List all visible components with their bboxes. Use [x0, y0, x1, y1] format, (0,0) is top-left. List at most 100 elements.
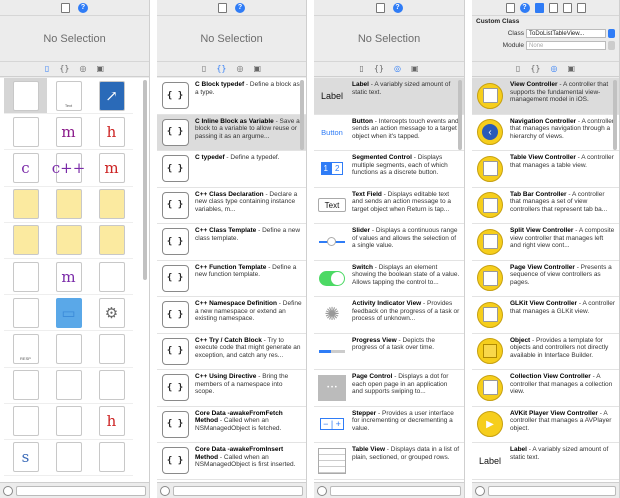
list-item[interactable]: { } C++ Try / Catch Block - Try to execut… — [157, 334, 306, 370]
file-template-cell[interactable] — [47, 331, 90, 368]
file-template-cell[interactable]: h — [90, 404, 133, 440]
file-template-tab-icon[interactable]: ▯ — [202, 64, 206, 74]
module-field[interactable]: None — [526, 41, 606, 50]
code-snippet-tab-icon[interactable]: {} — [530, 64, 540, 74]
file-template-cell[interactable]: Text — [47, 78, 90, 115]
file-inspector-icon[interactable] — [218, 2, 227, 13]
list-item[interactable]: Label Label - A variably sized amount of … — [472, 443, 619, 480]
file-inspector-icon[interactable] — [61, 2, 70, 13]
list-item[interactable]: Switch - Displays an element showing the… — [314, 261, 464, 297]
list-item[interactable]: • • • Page Control - Displays a dot for e… — [314, 370, 464, 407]
media-library-tab-icon[interactable]: ▣ — [411, 64, 419, 74]
class-dropdown-icon[interactable] — [608, 29, 615, 38]
file-template-cell[interactable] — [90, 331, 133, 368]
file-template-cell[interactable] — [4, 295, 47, 332]
list-item[interactable]: { } C++ Using Directive - Bring the membe… — [157, 370, 306, 407]
filter-input[interactable] — [488, 485, 616, 496]
media-library-tab-icon[interactable]: ▣ — [254, 64, 262, 74]
attributes-inspector-icon[interactable] — [548, 2, 558, 13]
file-template-cell[interactable] — [90, 259, 133, 296]
file-template-cell[interactable] — [4, 259, 47, 296]
media-library-tab-icon[interactable]: ▣ — [568, 64, 576, 74]
scrollbar[interactable] — [458, 80, 462, 150]
class-field[interactable]: ToDoListTableView... — [526, 29, 606, 38]
file-template-tab-icon[interactable]: ▯ — [45, 64, 49, 74]
size-inspector-icon[interactable] — [562, 2, 572, 13]
file-template-cell[interactable] — [47, 440, 90, 477]
identity-inspector-icon[interactable] — [534, 2, 544, 13]
list-item[interactable]: { } Core Data -awakeFromInsert Method - C… — [157, 443, 306, 480]
file-template-cell[interactable]: ↗ — [90, 78, 133, 115]
file-template-cell[interactable]: ▭ — [47, 295, 90, 332]
file-template-cell[interactable] — [4, 187, 47, 223]
scrollbar[interactable] — [143, 80, 147, 280]
list-item[interactable]: Slider - Displays a continuous range of … — [314, 224, 464, 261]
quick-help-icon[interactable]: ? — [392, 2, 403, 13]
code-snippet-tab-icon[interactable]: {} — [216, 64, 226, 74]
file-template-cell[interactable]: m — [47, 259, 90, 296]
list-item[interactable]: Label Label - A variably sized amount of … — [314, 78, 464, 115]
list-item[interactable]: { } C Block typedef - Define a block as a… — [157, 78, 306, 115]
list-item[interactable]: Text Text Field - Displays editable text … — [314, 188, 464, 224]
list-item[interactable]: Button Button - Intercepts touch events a… — [314, 115, 464, 151]
list-item[interactable]: ‹ Navigation Controller - A controller th… — [472, 115, 619, 151]
list-item[interactable]: Table View Controller - A controller tha… — [472, 151, 619, 188]
connections-inspector-icon[interactable] — [576, 2, 586, 13]
filter-icon[interactable] — [3, 485, 13, 496]
list-item[interactable]: 1 2 Segmented Control - Displays multiple … — [314, 151, 464, 188]
filter-input[interactable] — [330, 485, 461, 496]
list-item[interactable]: { } C++ Class Template - Define a new cla… — [157, 224, 306, 261]
quick-help-icon[interactable]: ? — [235, 2, 245, 13]
file-template-cell[interactable]: s — [4, 440, 47, 477]
code-snippet-tab-icon[interactable]: {} — [59, 64, 69, 74]
list-item[interactable]: GLKit View Controller - A controller tha… — [472, 297, 619, 334]
list-item[interactable]: Object - Provides a template for objects… — [472, 334, 619, 370]
list-item[interactable]: Progress View - Depicts the progress of … — [314, 334, 464, 370]
file-template-cell[interactable] — [47, 187, 90, 223]
list-item[interactable]: { } C++ Namespace Definition - Define a n… — [157, 297, 306, 334]
list-item[interactable]: ▶ AVKit Player View Controller - A contro… — [472, 407, 619, 443]
list-item[interactable]: Split View Controller - A composite view… — [472, 224, 619, 261]
file-template-cell[interactable]: RESP — [4, 331, 47, 368]
list-item[interactable]: { } C++ Function Template - Define a new … — [157, 261, 306, 297]
file-template-cell[interactable] — [47, 223, 90, 259]
file-template-cell[interactable] — [90, 440, 133, 477]
file-template-cell[interactable] — [4, 78, 47, 115]
object-library-tab-icon[interactable]: ◎ — [551, 64, 558, 74]
file-template-cell[interactable] — [4, 368, 47, 404]
filter-input[interactable] — [173, 485, 303, 496]
file-template-cell[interactable] — [4, 223, 47, 259]
file-inspector-icon[interactable] — [505, 2, 515, 13]
list-item[interactable]: Collection View Controller - A controlle… — [472, 370, 619, 407]
filter-icon[interactable] — [475, 485, 485, 496]
object-library-tab-icon[interactable]: ◎ — [80, 64, 87, 74]
code-snippet-tab-icon[interactable]: {} — [374, 64, 384, 74]
list-item[interactable]: { } C typedef - Define a typedef. — [157, 151, 306, 188]
list-item[interactable]: { } Core Data -awakeFromFetch Method - Ca… — [157, 407, 306, 443]
list-item[interactable]: ✺ Activity Indicator View - Provides feed… — [314, 297, 464, 334]
file-inspector-icon[interactable] — [375, 2, 385, 13]
list-item[interactable]: { } C++ Class Declaration - Declare a new… — [157, 188, 306, 224]
file-template-cell[interactable] — [47, 368, 90, 404]
file-template-cell[interactable] — [90, 368, 133, 404]
media-library-tab-icon[interactable]: ▣ — [97, 64, 105, 74]
scrollbar[interactable] — [300, 80, 304, 150]
object-library-tab-icon[interactable]: ◎ — [237, 64, 244, 74]
list-item[interactable]: Table View - Displays data in a list of … — [314, 443, 464, 480]
file-template-cell[interactable] — [4, 404, 47, 440]
file-template-cell[interactable] — [47, 404, 90, 440]
list-item[interactable]: Tab Bar Controller - A controller that m… — [472, 188, 619, 224]
list-item[interactable]: View Controller - A controller that supp… — [472, 78, 619, 115]
file-template-cell[interactable] — [90, 223, 133, 259]
filter-icon[interactable] — [317, 485, 327, 496]
list-item[interactable]: Page View Controller - Presents a sequen… — [472, 261, 619, 297]
file-template-cell[interactable]: ⚙ — [90, 295, 133, 332]
file-template-cell[interactable] — [4, 114, 47, 151]
file-template-cell[interactable]: h — [90, 114, 133, 151]
file-template-cell[interactable] — [90, 187, 133, 223]
scrollbar[interactable] — [613, 80, 617, 150]
filter-input[interactable] — [16, 485, 146, 496]
quick-help-icon[interactable]: ? — [78, 2, 88, 13]
file-template-tab-icon[interactable]: ▯ — [359, 64, 363, 74]
object-library-tab-icon[interactable]: ◎ — [394, 64, 401, 74]
